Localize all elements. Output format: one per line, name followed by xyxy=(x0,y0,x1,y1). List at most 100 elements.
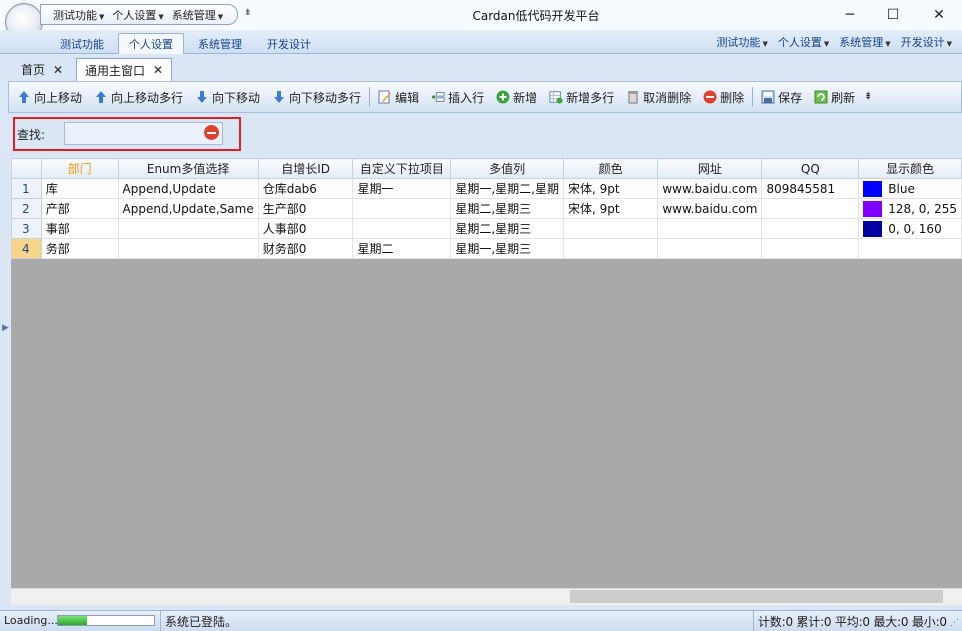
doc-tab-main[interactable]: 通用主窗口 ✕ xyxy=(76,58,173,81)
cell-color[interactable] xyxy=(562,238,659,259)
minimize-button[interactable]: ─ xyxy=(827,0,873,30)
cell-multi[interactable]: 星期一,星期三 xyxy=(450,238,564,259)
qat-item-system[interactable]: 系统管理 ▼ xyxy=(172,7,223,23)
move-down-multi-button[interactable]: 向下移动多行 xyxy=(272,89,361,106)
cell-enum[interactable] xyxy=(117,238,259,259)
color-label: 0, 0, 160 xyxy=(888,221,942,236)
grid-toolbar: 向上移动 向上移动多行 向下移动 向下移动多行 编辑 插入行 新增 新增多行 取… xyxy=(8,81,962,113)
chevron-down-icon: ▼ xyxy=(885,40,891,48)
cell-dept[interactable]: 务部 xyxy=(40,238,119,259)
cell-multi[interactable]: 星期二,星期三 xyxy=(450,218,564,239)
close-icon[interactable]: ✕ xyxy=(53,63,63,77)
table-row[interactable]: 4 务部 财务部0 星期二 星期一,星期三 xyxy=(11,238,962,259)
toolbar-overflow-icon[interactable]: ⇟ xyxy=(861,90,875,104)
close-button[interactable]: ✕ xyxy=(916,0,962,30)
cell-custom[interactable]: 星期二 xyxy=(352,238,452,259)
cell-dept[interactable]: 事部 xyxy=(40,218,119,239)
close-icon[interactable]: ✕ xyxy=(153,63,163,77)
cell-dept[interactable]: 产部 xyxy=(40,198,119,219)
insert-row-button[interactable]: 插入行 xyxy=(431,89,484,106)
loading-text: Loading... xyxy=(4,614,58,627)
col-header-dept[interactable]: 部门 xyxy=(40,158,119,179)
edit-button[interactable]: 编辑 xyxy=(378,89,419,106)
scrollbar-thumb[interactable] xyxy=(570,590,943,603)
color-swatch xyxy=(863,200,883,217)
cell-custom[interactable]: 星期一 xyxy=(352,178,452,199)
cell-dept[interactable]: 库 xyxy=(40,178,119,199)
chevron-down-icon: ▼ xyxy=(762,40,768,48)
row-number[interactable]: 4 xyxy=(11,238,42,259)
add-button[interactable]: 新增 xyxy=(496,89,537,106)
maximize-button[interactable]: ☐ xyxy=(870,0,916,30)
tab-test[interactable]: 测试功能 xyxy=(50,33,114,54)
refresh-icon xyxy=(814,90,828,104)
delete-button[interactable]: 删除 xyxy=(703,89,744,106)
doc-tab-home[interactable]: 首页 ✕ xyxy=(13,58,71,81)
col-header-enum[interactable]: Enum多值选择 xyxy=(117,158,259,179)
add-icon xyxy=(496,90,510,104)
col-header-url[interactable]: 网址 xyxy=(657,158,763,179)
cell-qq[interactable] xyxy=(761,198,860,219)
move-up-multi-button[interactable]: 向上移动多行 xyxy=(94,89,183,106)
expand-panel-icon[interactable]: ▶ xyxy=(2,323,9,333)
cell-display-color[interactable]: 128, 0, 255 xyxy=(858,198,962,219)
cell-color[interactable] xyxy=(562,218,659,239)
cell-enum[interactable]: Append,Update,Same xyxy=(117,198,259,219)
undelete-button[interactable]: 取消删除 xyxy=(626,89,691,106)
row-number[interactable]: 2 xyxy=(11,198,42,219)
cell-display-color[interactable]: Blue xyxy=(858,178,962,199)
cell-qq[interactable] xyxy=(761,218,860,239)
col-header-color[interactable]: 颜色 xyxy=(562,158,659,179)
cell-url[interactable]: www.baidu.com xyxy=(657,198,763,219)
cell-id[interactable]: 仓库dab6 xyxy=(257,178,354,199)
cell-url[interactable] xyxy=(657,218,763,239)
search-input[interactable] xyxy=(64,122,223,145)
cell-color[interactable]: 宋体, 9pt xyxy=(562,198,659,219)
cell-qq[interactable]: 809845581 xyxy=(761,178,860,199)
tab-dev[interactable]: 开发设计 xyxy=(257,33,321,54)
qat-customize-icon[interactable]: ⇟ xyxy=(244,8,252,18)
move-down-button[interactable]: 向下移动 xyxy=(195,89,260,106)
cell-display-color[interactable] xyxy=(858,238,962,259)
cell-url[interactable] xyxy=(657,238,763,259)
cell-id[interactable]: 财务部0 xyxy=(257,238,354,259)
qat-item-personal[interactable]: 个人设置 ▼ xyxy=(112,7,163,23)
menu-system[interactable]: 系统管理 ▼ xyxy=(839,34,890,50)
save-button[interactable]: 保存 xyxy=(761,89,802,106)
col-header-qq[interactable]: QQ xyxy=(761,158,860,179)
table-row[interactable]: 1 库 Append,Update 仓库dab6 星期一 星期一,星期二,星期 宋体, 9p… xyxy=(11,178,962,199)
menu-dev[interactable]: 开发设计 ▼ xyxy=(901,34,952,50)
cell-id[interactable]: 生产部0 xyxy=(257,198,354,219)
clear-search-icon[interactable] xyxy=(204,125,219,140)
refresh-button[interactable]: 刷新 xyxy=(814,89,855,106)
table-row[interactable]: 2 产部 Append,Update,Same 生产部0 星期二,星期三 宋体, 9pt w… xyxy=(11,198,962,219)
qat-item-test[interactable]: 测试功能 ▼ xyxy=(53,7,104,23)
cell-enum[interactable] xyxy=(117,218,259,239)
move-up-button[interactable]: 向上移动 xyxy=(17,89,82,106)
tab-personal[interactable]: 个人设置 xyxy=(118,33,184,54)
cell-multi[interactable]: 星期一,星期二,星期 xyxy=(450,178,564,199)
col-header-display-color[interactable]: 显示颜色 xyxy=(858,158,962,179)
cell-display-color[interactable]: 0, 0, 160 xyxy=(858,218,962,239)
color-label: 128, 0, 255 xyxy=(888,201,957,216)
add-multi-button[interactable]: 新增多行 xyxy=(549,89,614,106)
cell-multi[interactable]: 星期二,星期三 xyxy=(450,198,564,219)
cell-enum[interactable]: Append,Update xyxy=(117,178,259,199)
resize-grip-icon[interactable]: ⋰ xyxy=(950,618,959,628)
cell-color[interactable]: 宋体, 9pt xyxy=(562,178,659,199)
col-header-multi[interactable]: 多值列 xyxy=(450,158,564,179)
cell-custom[interactable] xyxy=(352,218,452,239)
table-row[interactable]: 3 事部 人事部0 星期二,星期三 0, 0, 160 xyxy=(11,218,962,239)
row-number[interactable]: 3 xyxy=(11,218,42,239)
tab-system[interactable]: 系统管理 xyxy=(188,33,252,54)
cell-id[interactable]: 人事部0 xyxy=(257,218,354,239)
row-number[interactable]: 1 xyxy=(11,178,42,199)
col-header-custom[interactable]: 自定义下拉项目 xyxy=(352,158,452,179)
row-header-corner[interactable] xyxy=(11,158,42,179)
menu-test[interactable]: 测试功能 ▼ xyxy=(716,34,767,50)
menu-personal[interactable]: 个人设置 ▼ xyxy=(778,34,829,50)
col-header-id[interactable]: 自增长ID xyxy=(257,158,354,179)
cell-url[interactable]: www.baidu.com xyxy=(657,178,763,199)
cell-qq[interactable] xyxy=(761,238,860,259)
cell-custom[interactable] xyxy=(352,198,452,219)
